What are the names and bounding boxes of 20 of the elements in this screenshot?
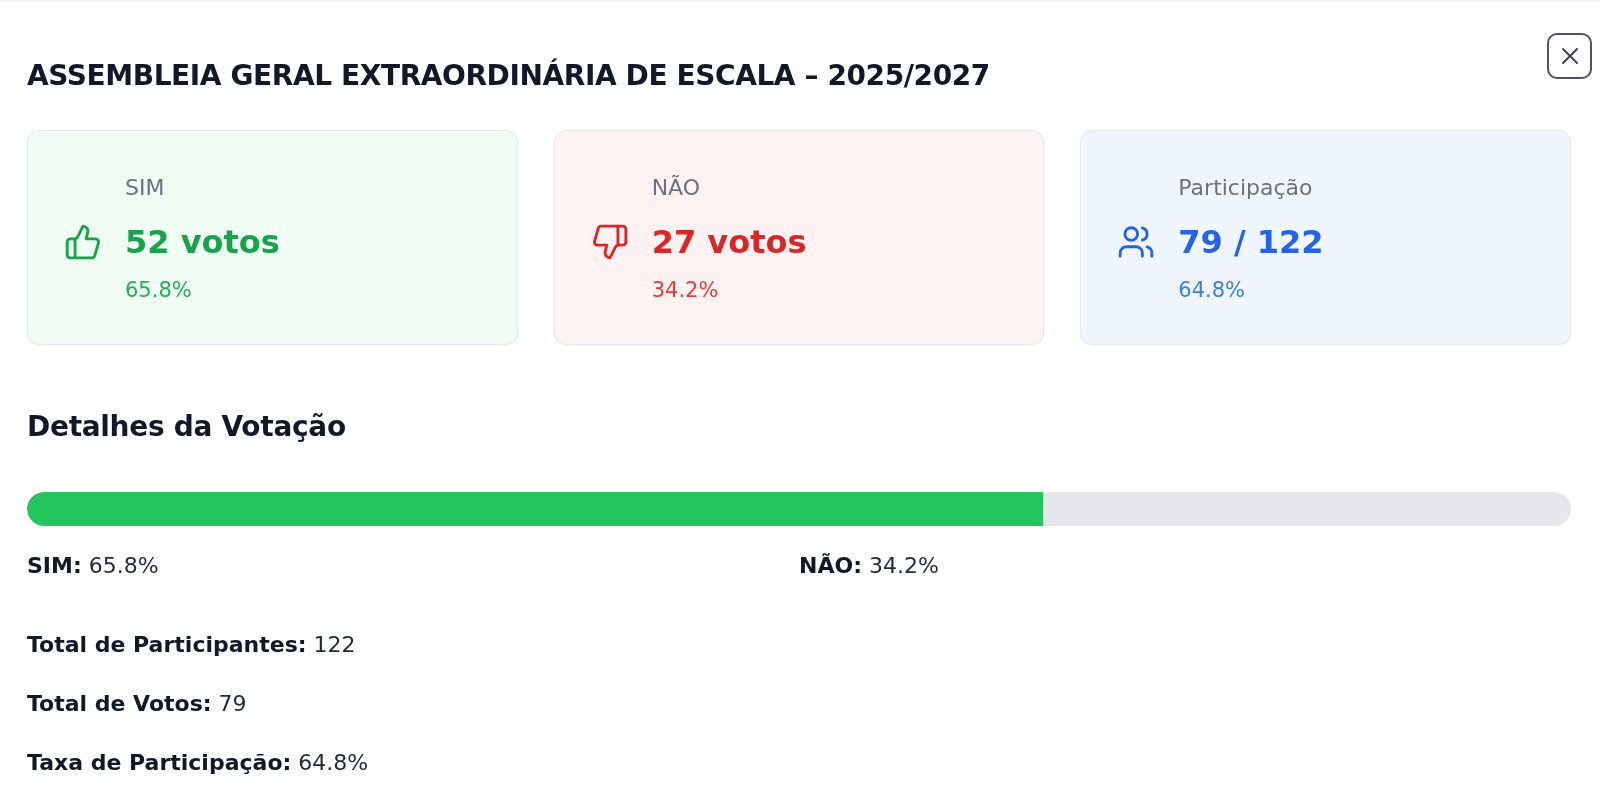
percentage-text: 64.8% xyxy=(1178,277,1247,304)
vote-count: 27 votos xyxy=(651,222,808,263)
vote-count: 52 votos xyxy=(125,222,281,263)
card-label: SIM xyxy=(125,174,166,202)
stat-line: Total de Votos: 79 xyxy=(27,690,247,718)
thumbs-up-icon xyxy=(64,223,102,261)
stat-line: Taxa de Participação: 64.8% xyxy=(27,749,369,777)
close-button[interactable] xyxy=(1547,33,1592,79)
section-title: Detalhes da Votação xyxy=(27,409,347,445)
card-label: Participação xyxy=(1178,174,1314,202)
dialog-title: ASSEMBLEIA GERAL EXTRAORDINÁRIA DE ESCALA – 2025/2027 xyxy=(27,58,991,94)
legend-text: NÃO: 34.2% xyxy=(799,552,939,580)
stat-line: Total de Participantes: 122 xyxy=(27,631,356,659)
vote-count: 79 / 122 xyxy=(1178,222,1325,263)
legend-text: SIM: 65.8% xyxy=(27,552,159,580)
card-label: NÃO xyxy=(651,174,702,202)
users-icon xyxy=(1117,223,1156,261)
percentage-text: 65.8% xyxy=(125,277,193,304)
thumbs-down-icon xyxy=(590,223,629,261)
percentage-text: 34.2% xyxy=(651,277,720,304)
